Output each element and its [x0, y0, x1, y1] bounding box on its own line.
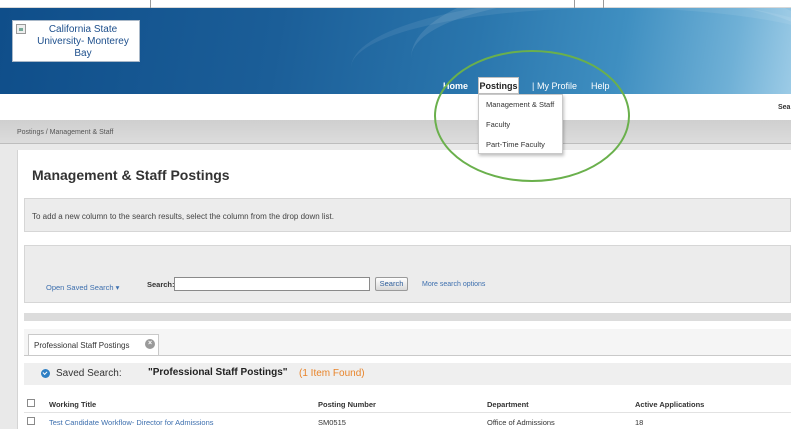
column-department[interactable]: Department	[487, 400, 529, 409]
top-strip-tick	[603, 0, 604, 8]
page-title: Management & Staff Postings	[32, 167, 230, 183]
active-applications-cell: 18	[635, 418, 644, 427]
table-row-divider	[24, 412, 791, 413]
menu-item-part-time-faculty[interactable]: Part-Time Faculty	[486, 140, 545, 149]
top-strip-tick	[574, 0, 575, 8]
breadcrumb: Postings / Management & Staff	[17, 129, 114, 136]
posting-title-link[interactable]: Test Candidate Workflow- Director for Ad…	[49, 418, 214, 427]
university-logo[interactable]: California State University- Monterey Ba…	[12, 20, 140, 62]
menu-item-faculty[interactable]: Faculty	[486, 120, 510, 129]
saved-search-row	[24, 363, 791, 385]
section-divider	[24, 313, 791, 321]
column-working-title[interactable]: Working Title	[49, 400, 96, 409]
broken-image-icon	[16, 24, 26, 34]
posting-number-cell: SM0515	[318, 418, 346, 427]
saved-search-prefix: Saved Search:	[56, 368, 122, 379]
menu-item-management-staff[interactable]: Management & Staff	[486, 100, 554, 109]
search-label: Search:	[147, 280, 175, 289]
row-checkbox[interactable]	[27, 417, 35, 425]
nav-postings[interactable]: Postings	[478, 77, 519, 94]
top-strip-tick	[150, 0, 151, 8]
select-all-checkbox[interactable]	[27, 399, 35, 407]
saved-search-count: (1 Item Found)	[299, 368, 365, 379]
logo-alt-text: California State University- Monterey Ba…	[37, 24, 129, 59]
open-saved-search-link[interactable]: Open Saved Search ▾	[46, 283, 119, 292]
search-panel	[24, 245, 791, 303]
department-cell: Office of Admissions	[487, 418, 555, 427]
nav-help[interactable]: Help	[591, 81, 610, 95]
top-strip	[0, 0, 791, 8]
breadcrumb-bar	[0, 120, 791, 144]
saved-search-name: "Professional Staff Postings"	[148, 367, 288, 378]
info-text: To add a new column to the search result…	[32, 212, 334, 221]
search-button[interactable]: Search	[375, 277, 408, 291]
check-circle-icon	[41, 369, 50, 378]
column-active-applications[interactable]: Active Applications	[635, 400, 704, 409]
header-search-link[interactable]: Sea	[778, 104, 790, 111]
column-posting-number[interactable]: Posting Number	[318, 400, 376, 409]
tab-label: Professional Staff Postings	[34, 341, 130, 350]
close-icon[interactable]: ×	[145, 339, 155, 349]
nav-home[interactable]: Home	[443, 81, 468, 95]
nav-separator: |	[532, 81, 535, 91]
postings-dropdown-menu: Management & Staff Faculty Part-Time Fac…	[478, 94, 563, 154]
search-input[interactable]	[174, 277, 370, 291]
nav-my-profile[interactable]: My Profile	[537, 81, 577, 95]
more-search-options-link[interactable]: More search options	[422, 281, 485, 288]
